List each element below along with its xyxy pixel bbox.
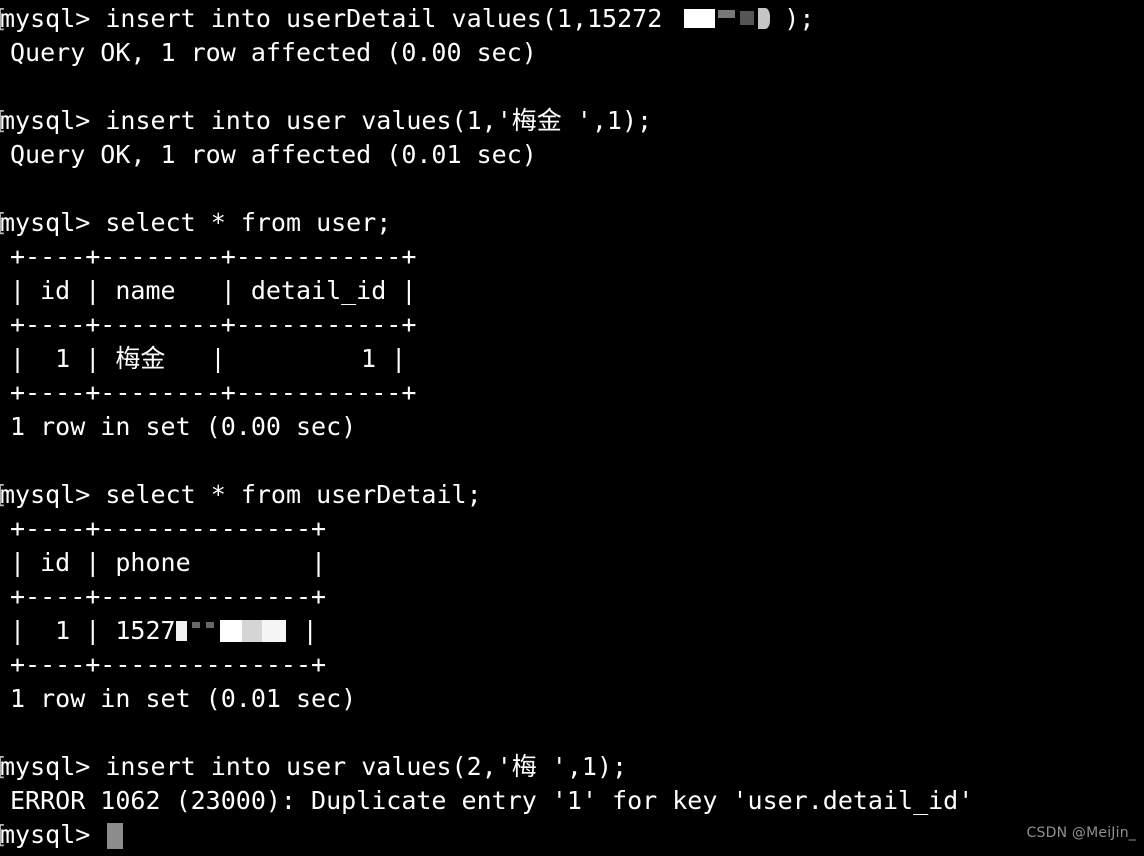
terminal-output-line: +----+--------------+ (0, 580, 973, 614)
terminal-line-text: mysql> insert into user values(2,'梅 ',1)… (0, 752, 628, 781)
terminal-output-line: +----+--------+-----------+ (0, 240, 973, 274)
terminal-line-tail: ); (784, 4, 815, 33)
redaction-patch (175, 621, 187, 641)
redaction-patch (205, 622, 214, 628)
redaction-patch (684, 9, 716, 28)
terminal-output-line: +----+--------------+ (0, 512, 973, 546)
terminal-output-line: +----+--------+-----------+ (0, 376, 973, 410)
terminal-line-text: | 1 | 梅金 | 1 | (10, 344, 407, 373)
terminal-output-line: 1 row in set (0.01 sec) (0, 682, 973, 716)
redaction-patch (718, 10, 736, 18)
terminal-line-text: Query OK, 1 row affected (0.01 sec) (10, 140, 537, 169)
terminal-prompt-line: mysql> insert into userDetail values(1,1… (0, 2, 973, 36)
terminal-output-line: | id | phone | (0, 546, 973, 580)
terminal-line-text: mysql> insert into user values(1,'梅金 ',1… (0, 106, 653, 135)
terminal-line-text: 1 row in set (0.00 sec) (10, 412, 357, 441)
terminal-line-text: Query OK, 1 row affected (0.00 sec) (10, 38, 537, 67)
terminal-output-line: +----+--------------+ (0, 648, 973, 682)
terminal-prompt-line: mysql> insert into user values(1,'梅金 ',1… (0, 104, 973, 138)
terminal-line-text: | 1 | 1527 (10, 616, 176, 645)
terminal-line-text: | id | phone | (10, 548, 327, 577)
terminal-line-text: +----+--------------+ (10, 582, 327, 611)
terminal-line-text: +----+--------+-----------+ (10, 378, 417, 407)
redaction-patch (219, 620, 242, 642)
terminal-output-line: Query OK, 1 row affected (0.00 sec) (0, 36, 973, 70)
terminal-prompt-line: mysql> (0, 818, 973, 852)
redaction-block (662, 7, 784, 33)
terminal-prompt-line: mysql> insert into user values(2,'梅 ',1)… (0, 750, 973, 784)
redaction-patch (740, 11, 755, 25)
redaction-block (175, 619, 288, 645)
redaction-patch (758, 8, 771, 29)
terminal-output-line: Query OK, 1 row affected (0.01 sec) (0, 138, 973, 172)
text-cursor[interactable] (107, 823, 124, 849)
redaction-patch (261, 620, 286, 642)
csdn-watermark: CSDN @MeiJin_ (1026, 825, 1136, 841)
terminal-line-text: | id | name | detail_id | (10, 276, 417, 305)
terminal-line-tail: | (287, 616, 318, 645)
redaction-patch (191, 622, 200, 628)
terminal-line-text: 1 row in set (0.01 sec) (10, 684, 357, 713)
terminal-line-text: ERROR 1062 (23000): Duplicate entry '1' … (10, 786, 974, 815)
terminal-output-line: 1 row in set (0.00 sec) (0, 410, 973, 444)
terminal-line-text: +----+--------------+ (10, 650, 327, 679)
terminal-line-text: mysql> (0, 820, 106, 849)
terminal-line-text: +----+--------------+ (10, 514, 327, 543)
terminal-line-text: +----+--------+-----------+ (10, 242, 417, 271)
terminal-output-line: | 1 | 梅金 | 1 | (0, 342, 973, 376)
terminal-output: mysql> insert into userDetail values(1,1… (0, 0, 973, 852)
terminal-line-text: mysql> insert into userDetail values(1,1… (0, 4, 663, 33)
terminal-output-line: | 1 | 1527 | (0, 614, 973, 648)
terminal-window[interactable]: mysql> insert into userDetail values(1,1… (0, 0, 1144, 856)
terminal-output-line: +----+--------+-----------+ (0, 308, 973, 342)
terminal-prompt-line: mysql> select * from userDetail; (0, 478, 973, 512)
terminal-output-line: | id | name | detail_id | (0, 274, 973, 308)
terminal-output-line: ERROR 1062 (23000): Duplicate entry '1' … (0, 784, 973, 818)
terminal-line-text: mysql> select * from user; (0, 208, 392, 237)
redaction-patch (241, 620, 262, 642)
terminal-prompt-line: mysql> select * from user; (0, 206, 973, 240)
terminal-line-text: +----+--------+-----------+ (10, 310, 417, 339)
terminal-line-text: mysql> select * from userDetail; (0, 480, 482, 509)
